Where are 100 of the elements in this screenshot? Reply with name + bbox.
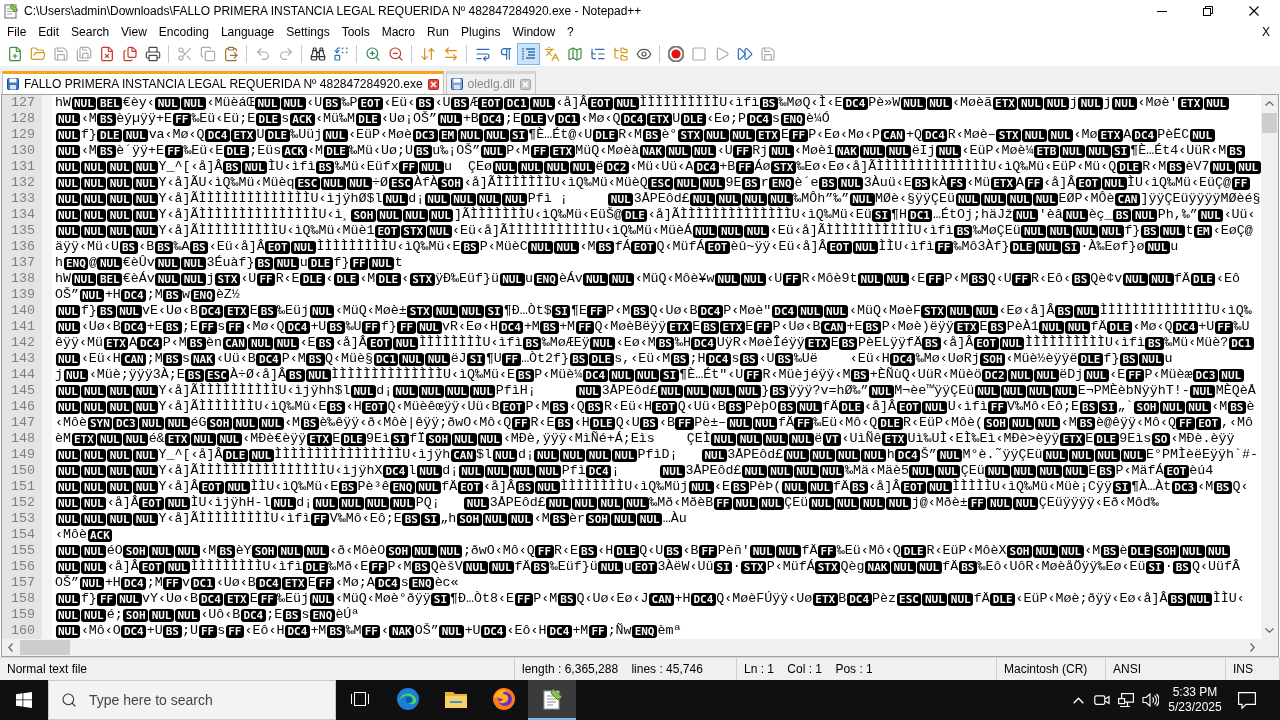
code-text: ‹H [597, 543, 614, 559]
control-char-badge: ESC [648, 176, 674, 190]
tab[interactable]: FALLO PRIMERA INSTANCIA LEGAL REQUERIDA Nº 482847284920.exe [2, 71, 444, 94]
code-text: èV7 [1185, 159, 1210, 175]
control-char-badge: NUL [718, 224, 744, 238]
control-char-badge: EOT [1163, 464, 1189, 478]
menu-item[interactable]: Language [214, 22, 281, 42]
undo-icon [254, 46, 271, 62]
code-text: Y‹å]ÃU‹ìQ‰Mü‹Müèq [158, 175, 295, 191]
control-char-badge: DLE [375, 272, 401, 286]
code-text: ‹M [200, 543, 217, 559]
code-text: ‹Mø‹Q [580, 111, 621, 127]
menu-item[interactable]: Plugins [455, 22, 507, 42]
control-char-badge: NUL [700, 176, 725, 190]
control-char-badge: SOH [456, 512, 482, 526]
control-char-badge: NUL [123, 128, 149, 142]
control-char-badge: BS [1096, 464, 1115, 478]
control-char-badge: NUL [1011, 464, 1036, 478]
control-char-badge: NUL [1205, 544, 1231, 558]
control-char-badge: FF [925, 272, 945, 286]
scrollbar-thumb[interactable] [1262, 113, 1277, 133]
clipboard-icon [222, 46, 239, 62]
code-text: ‰Eü‹Mô‹Q [836, 543, 901, 559]
control-char-badge: DLE [901, 544, 927, 558]
control-char-badge: DC3 [412, 128, 438, 142]
code-text: ‹å]Â [868, 479, 901, 495]
control-char-badge: BS [1113, 208, 1132, 222]
code-text: ‹MÐè.èÿÿ [1170, 431, 1235, 447]
control-char-badge: EOT [139, 496, 165, 510]
code-text: P‹Møè)ëÿÿ [881, 319, 954, 335]
code-text: ¶H [891, 207, 907, 223]
menu-item[interactable]: Run [421, 22, 456, 42]
control-char-badge: NUL [133, 192, 158, 206]
control-char-badge: NUL [948, 592, 974, 606]
code-text: vE‹Uø‹B [142, 303, 198, 319]
control-char-badge: NUL [684, 384, 709, 398]
code-text: l [408, 463, 417, 479]
control-char-badge: BS [515, 480, 534, 494]
control-char-badge: EOT [358, 96, 383, 110]
control-char-badge: NUL [280, 96, 306, 110]
control-char-badge: NAK [190, 352, 216, 366]
line-number: 146 [10, 399, 36, 415]
control-char-badge: CAN [880, 128, 906, 142]
code-text: ‰Uüj [290, 127, 323, 143]
menu-item[interactable]: Window [506, 22, 562, 42]
notepad-app-button[interactable] [528, 680, 576, 720]
code-text: ‹U [766, 271, 783, 287]
control-char-badge: DC4 [498, 320, 524, 334]
control-char-badge: BS [338, 480, 357, 494]
scrollbar-thumb[interactable] [20, 640, 70, 655]
code-text: 3ÅPEôd£ [727, 447, 784, 463]
control-char-badge: NUL [510, 464, 536, 478]
menu-item[interactable]: Macro [375, 22, 421, 42]
indent-guide-button[interactable] [517, 43, 540, 65]
menu-item[interactable]: File [1, 22, 33, 42]
menu-item[interactable]: Tools [335, 22, 376, 42]
close-tab-icon[interactable] [427, 78, 439, 90]
notification-icon [1238, 691, 1256, 709]
code-text: ‹Eô [1216, 271, 1240, 287]
code-text: ‹UìÑê [841, 431, 882, 447]
control-char-badge: FF [789, 128, 808, 142]
control-char-badge: NUL [411, 544, 437, 558]
control-char-badge: ETX [1059, 432, 1085, 446]
code-text: €èy‹ [122, 95, 155, 111]
control-char-badge: NUL [492, 160, 518, 174]
control-char-badge: NUL [1033, 192, 1059, 206]
control-char-badge: NUL [81, 608, 107, 622]
code-text: ÌU‹ìfì [267, 159, 316, 175]
close-document-button[interactable]: X [1256, 22, 1276, 42]
control-char-badge: BS [1145, 336, 1164, 350]
code-text: fÄ [1174, 271, 1191, 287]
control-char-badge: BS [187, 336, 206, 350]
menu-item[interactable]: View [115, 22, 153, 42]
menu-item[interactable]: ? [561, 22, 580, 42]
code-text: @ [88, 255, 97, 271]
code-text: hW [55, 95, 71, 111]
control-char-badge: NUL [81, 400, 107, 414]
code-text: è [1246, 399, 1255, 415]
code-text: ‹Eü‹å]ÃÌÌÌÌÌÌÌÌÌÌÌU‹ìQ‰Mü‹MüèÁ [452, 223, 693, 239]
code-text: t [1185, 223, 1194, 239]
line-number: 159 [10, 607, 36, 623]
control-char-badge: SOH [123, 608, 149, 622]
menu-item[interactable]: Search [65, 22, 116, 42]
control-char-badge: ENQ [63, 256, 89, 270]
control-char-badge: NUL [55, 128, 81, 142]
control-char-badge: FF [753, 320, 773, 334]
menu-item[interactable]: Edit [32, 22, 66, 42]
control-char-badge: BS [460, 240, 480, 254]
code-text: Pfì ¡ [527, 191, 569, 207]
control-char-badge: DLE [1093, 432, 1119, 446]
control-char-badge: NAK [834, 144, 860, 158]
control-char-badge: ETX [231, 128, 256, 142]
code-text: ÌÌÌÌÌÌÌÌÌU‹ìQ‰Mü‹E [316, 239, 461, 255]
control-char-badge: NUL [891, 560, 916, 574]
code-text: ;H [689, 351, 706, 367]
search-field[interactable]: Type here to search [48, 680, 336, 720]
control-char-badge: DC4 [691, 336, 717, 350]
code-text: vR‹Eø‹H [442, 319, 498, 335]
menu-item[interactable]: Settings [280, 22, 336, 42]
menu-item[interactable]: Encoding [152, 22, 215, 42]
